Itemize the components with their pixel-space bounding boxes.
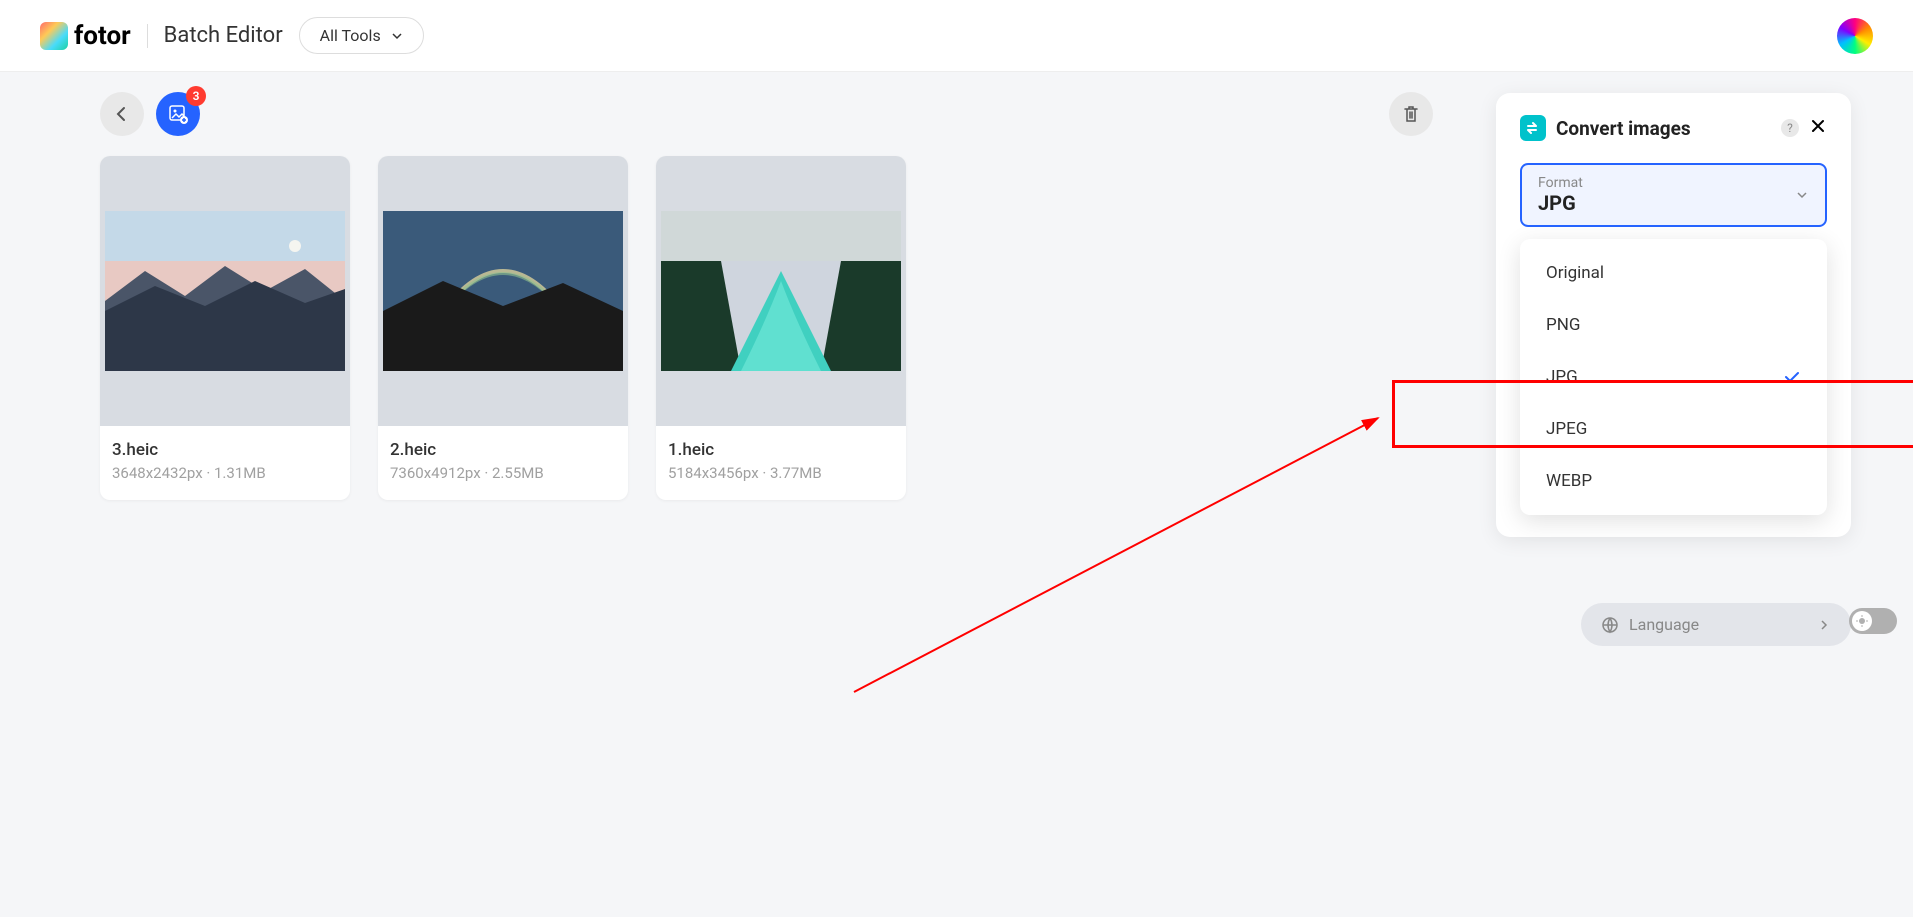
globe-icon (1601, 616, 1619, 634)
format-option-original[interactable]: Original (1520, 247, 1827, 299)
format-option-label: Original (1546, 263, 1604, 283)
add-image-button[interactable]: 3 (156, 92, 200, 136)
format-option-webp[interactable]: WEBP (1520, 455, 1827, 507)
close-button[interactable] (1809, 117, 1827, 139)
sun-icon (1856, 615, 1868, 627)
app-header: fotor Batch Editor All Tools (0, 0, 1913, 72)
card-meta: 3648x2432px · 1.31MB (112, 464, 338, 482)
trash-icon (1401, 104, 1421, 124)
card-info: 1.heic 5184x3456px · 3.77MB (656, 426, 906, 500)
card-info: 3.heic 3648x2432px · 1.31MB (100, 426, 350, 500)
convert-icon (1520, 115, 1546, 141)
format-option-label: JPG (1546, 367, 1578, 387)
format-option-png[interactable]: PNG (1520, 299, 1827, 351)
format-option-jpeg[interactable]: JPEG (1520, 403, 1827, 455)
help-icon[interactable]: ? (1781, 119, 1799, 137)
format-option-jpg[interactable]: JPG (1520, 351, 1827, 403)
image-card[interactable]: 1.heic 5184x3456px · 3.77MB (656, 156, 906, 500)
divider (147, 24, 148, 48)
language-left: Language (1601, 615, 1699, 634)
format-option-label: WEBP (1546, 471, 1592, 491)
card-thumbnail (656, 156, 906, 426)
language-label: Language (1629, 615, 1699, 634)
card-meta: 5184x3456px · 3.77MB (668, 464, 894, 482)
all-tools-label: All Tools (320, 26, 381, 45)
format-value: JPG (1538, 191, 1809, 215)
convert-panel: Convert images ? Format JPG Original PNG J… (1496, 93, 1851, 537)
header-left: fotor Batch Editor All Tools (40, 17, 424, 54)
delete-button[interactable] (1389, 92, 1433, 136)
card-info: 2.heic 7360x4912px · 2.55MB (378, 426, 628, 500)
card-filename: 2.heic (390, 440, 616, 460)
image-count-badge: 3 (186, 86, 206, 106)
back-button[interactable] (100, 92, 144, 136)
chevron-right-icon (1817, 618, 1831, 632)
page-title: Batch Editor (164, 23, 283, 48)
logo-text: fotor (74, 21, 131, 51)
image-card[interactable]: 2.heic 7360x4912px · 2.55MB (378, 156, 628, 500)
logo[interactable]: fotor (40, 21, 131, 51)
format-label: Format (1538, 175, 1809, 191)
toolbar-left: 3 (100, 92, 200, 136)
close-icon (1809, 117, 1827, 135)
add-image-icon (168, 104, 188, 124)
avatar[interactable] (1837, 18, 1873, 54)
chevron-down-icon (391, 30, 403, 42)
format-option-label: PNG (1546, 315, 1580, 335)
card-filename: 1.heic (668, 440, 894, 460)
panel-header: Convert images ? (1520, 115, 1827, 141)
all-tools-button[interactable]: All Tools (299, 17, 424, 54)
chevron-left-icon (113, 105, 131, 123)
panel-title: Convert images (1556, 117, 1771, 140)
chevron-down-icon (1795, 188, 1809, 202)
theme-knob (1852, 611, 1872, 631)
language-button[interactable]: Language (1581, 603, 1851, 646)
image-card[interactable]: 3.heic 3648x2432px · 1.31MB (100, 156, 350, 500)
card-thumbnail (378, 156, 628, 426)
format-dropdown: Original PNG JPG JPEG WEBP (1520, 239, 1827, 515)
check-icon (1783, 368, 1801, 386)
format-select[interactable]: Format JPG (1520, 163, 1827, 227)
theme-toggle[interactable] (1849, 608, 1897, 634)
card-meta: 7360x4912px · 2.55MB (390, 464, 616, 482)
logo-icon (40, 22, 68, 50)
card-thumbnail (100, 156, 350, 426)
format-option-label: JPEG (1546, 419, 1587, 439)
card-filename: 3.heic (112, 440, 338, 460)
